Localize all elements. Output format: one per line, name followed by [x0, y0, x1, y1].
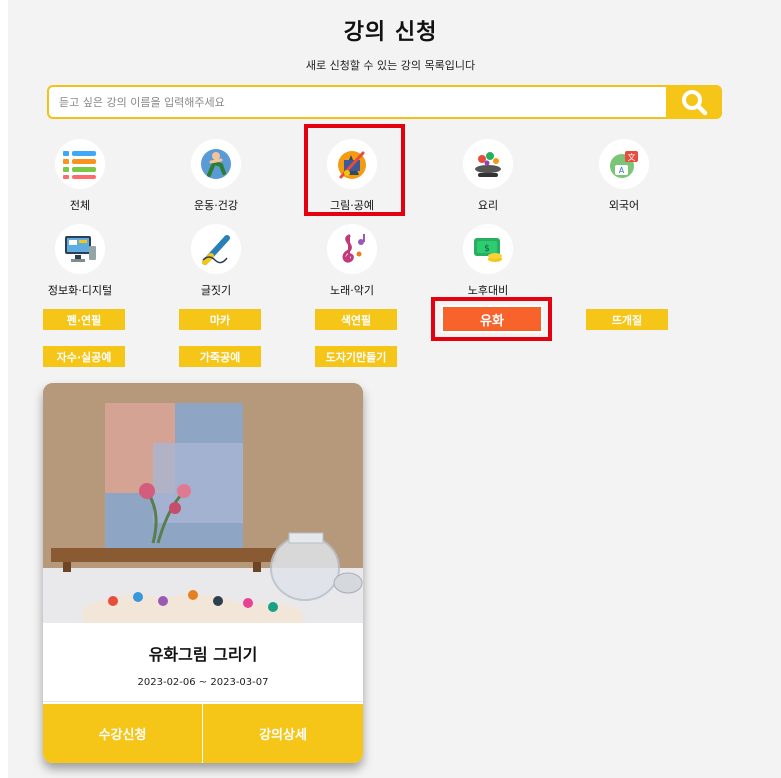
page-title: 강의 신청 [343, 20, 438, 45]
page-subtitle: 새로 신청할 수 있는 강의 목록입니다 [305, 59, 476, 72]
svg-text:$: $ [484, 244, 490, 254]
category-icon-circle [55, 139, 105, 189]
subcategory-chip[interactable]: 색연필 [315, 309, 397, 330]
category-label: 요리 [477, 199, 499, 212]
pen-icon [202, 235, 230, 265]
category-label: 전체 [69, 199, 91, 212]
category-digital[interactable]: 정보화·디지털 [25, 224, 135, 298]
category-label: 글짓기 [200, 284, 232, 297]
category-icon-circle [191, 139, 241, 189]
exercise-icon [201, 149, 231, 179]
subcategory-chip[interactable]: 가죽공예 [179, 346, 261, 367]
search-input[interactable] [59, 87, 659, 117]
category-icon-circle [327, 224, 377, 274]
category-label: 외국어 [608, 199, 640, 212]
category-cooking[interactable]: 요리 [433, 139, 543, 213]
category-label: 정보화·디지털 [47, 284, 113, 297]
subcategory-chip-active[interactable]: 유화 [441, 305, 543, 333]
course-thumbnail [43, 383, 363, 623]
category-retirement[interactable]: $ 노후대비 [433, 224, 543, 298]
card-actions: 수강신청 강의상세 [43, 704, 363, 763]
category-language[interactable]: 文 A 외국어 [569, 139, 679, 213]
subcategory-chip[interactable]: 도자기만들기 [315, 346, 397, 367]
subcategory-chip[interactable]: 자수·실공예 [43, 346, 125, 367]
subcategory-chip[interactable]: 마카 [179, 309, 261, 330]
language-icon: 文 A [610, 151, 638, 178]
subcategory-chip[interactable]: 뜨개질 [586, 309, 668, 330]
course-title: 유화그림 그리기 [148, 645, 258, 664]
money-icon: $ [474, 238, 502, 262]
category-icon-circle: 文 A [599, 139, 649, 189]
music-icon [342, 234, 365, 263]
card-divider [43, 701, 363, 702]
category-music[interactable]: 노래·악기 [297, 224, 407, 298]
category-all[interactable]: 전체 [25, 139, 135, 213]
course-card: 유화그림 그리기 2023-02-06 ~ 2023-03-07 수강신청 강의… [43, 383, 363, 763]
category-label: 노래·악기 [330, 284, 374, 297]
category-icon-circle [463, 139, 513, 189]
category-label: 운동·건강 [194, 199, 238, 212]
selected-category-highlight [304, 124, 405, 216]
category-icon-circle [55, 224, 105, 274]
enroll-button[interactable]: 수강신청 [43, 704, 203, 763]
search-icon [682, 90, 708, 116]
computer-icon [65, 236, 96, 262]
search-button[interactable] [666, 85, 722, 119]
subcategory-chip[interactable]: 펜·연필 [43, 309, 125, 330]
category-icon-circle: $ [463, 224, 513, 274]
cooking-icon [475, 152, 501, 177]
course-dates: 2023-02-06 ~ 2023-03-07 [137, 677, 269, 688]
category-label: 노후대비 [467, 284, 509, 297]
category-icon-circle [191, 224, 241, 274]
category-writing[interactable]: 글짓기 [161, 224, 271, 298]
category-exercise[interactable]: 운동·건강 [161, 139, 271, 213]
course-detail-button[interactable]: 강의상세 [203, 704, 363, 763]
search-bar [47, 85, 722, 119]
svg-text:A: A [619, 166, 625, 175]
list-icon [63, 151, 96, 179]
svg-text:文: 文 [628, 152, 636, 162]
